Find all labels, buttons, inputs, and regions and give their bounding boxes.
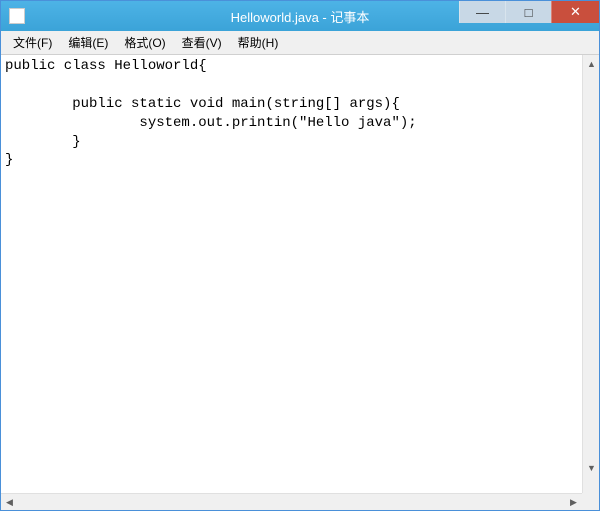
vertical-scrollbar[interactable]: ▲ ▼ bbox=[582, 55, 599, 493]
minimize-button[interactable]: — bbox=[459, 1, 505, 23]
menubar: 文件(F) 编辑(E) 格式(O) 查看(V) 帮助(H) bbox=[1, 31, 599, 55]
menu-help[interactable]: 帮助(H) bbox=[230, 31, 287, 54]
window-controls: — □ ✕ bbox=[459, 1, 599, 31]
horizontal-scrollbar[interactable]: ◀ ▶ bbox=[1, 493, 582, 510]
maximize-button[interactable]: □ bbox=[505, 1, 551, 23]
scroll-right-icon[interactable]: ▶ bbox=[565, 494, 582, 510]
scroll-down-icon[interactable]: ▼ bbox=[583, 459, 599, 476]
menu-format[interactable]: 格式(O) bbox=[116, 31, 173, 54]
app-icon bbox=[9, 8, 25, 24]
close-button[interactable]: ✕ bbox=[551, 1, 599, 23]
notepad-window: Helloworld.java - 记事本 — □ ✕ 文件(F) 编辑(E) … bbox=[0, 0, 600, 511]
scroll-corner bbox=[582, 493, 599, 510]
content-wrap: public class Helloworld{ public static v… bbox=[1, 55, 599, 510]
text-editor[interactable]: public class Helloworld{ public static v… bbox=[1, 55, 582, 493]
window-title: Helloworld.java - 记事本 bbox=[231, 7, 370, 26]
menu-edit[interactable]: 编辑(E) bbox=[60, 31, 116, 54]
scroll-up-icon[interactable]: ▲ bbox=[583, 55, 599, 72]
titlebar[interactable]: Helloworld.java - 记事本 — □ ✕ bbox=[1, 1, 599, 31]
menu-view[interactable]: 查看(V) bbox=[174, 31, 230, 54]
content-area: public class Helloworld{ public static v… bbox=[1, 55, 582, 493]
menu-file[interactable]: 文件(F) bbox=[5, 31, 60, 54]
scroll-left-icon[interactable]: ◀ bbox=[1, 494, 18, 510]
